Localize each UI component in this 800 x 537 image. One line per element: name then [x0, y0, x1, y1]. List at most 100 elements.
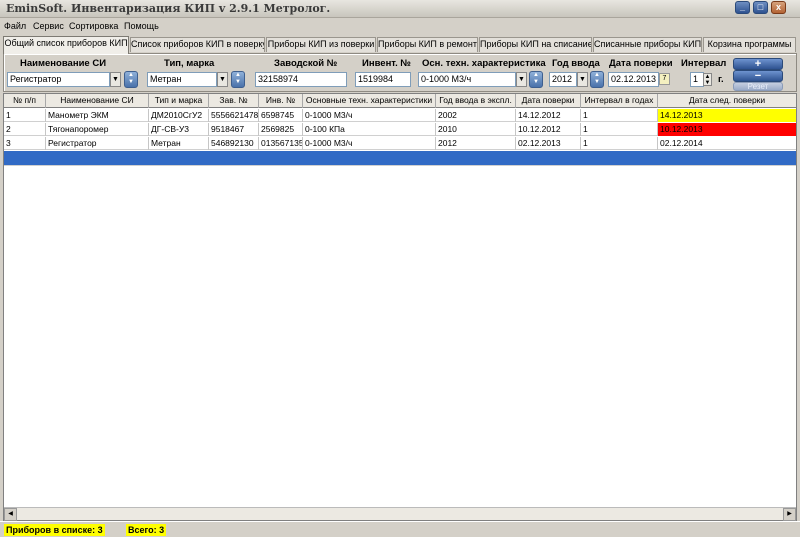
- horizontal-scrollbar[interactable]: ◀ ▶: [4, 507, 796, 521]
- cell-name: Манометр ЭКМ: [46, 109, 149, 122]
- col-type[interactable]: Тип и марка: [149, 94, 209, 108]
- cell-serial: 9518467: [209, 123, 259, 136]
- col-characteristics[interactable]: Основные техн. характеристики: [303, 94, 436, 108]
- date-input[interactable]: 02.12.2013: [608, 72, 659, 87]
- col-number[interactable]: № п/п: [4, 94, 46, 108]
- status-bar: Приборов в списке: 3 Всего: 3: [0, 521, 800, 537]
- maximize-button[interactable]: □: [753, 1, 768, 14]
- cell-number: 1: [4, 109, 46, 122]
- scroll-left-icon[interactable]: ◀: [4, 508, 17, 521]
- cell-interval: 1: [581, 109, 658, 122]
- table-row-selected-empty[interactable]: [4, 151, 796, 166]
- tab-to-repair[interactable]: Приборы КИП в ремонт: [377, 37, 478, 52]
- tab-from-verification[interactable]: Приборы КИП из поверки: [266, 37, 376, 52]
- name-label: Наименование СИ: [20, 58, 107, 69]
- table-row[interactable]: 1 Манометр ЭКМ ДМ2010СгУ2 5556621478 659…: [4, 109, 796, 122]
- name-sort-icon[interactable]: ▲ ▼: [124, 71, 138, 88]
- cell-name: Регистратор: [46, 137, 149, 150]
- cell-characteristics: 0-1000 М3/ч: [303, 137, 436, 150]
- cell-serial: 546892130: [209, 137, 259, 150]
- cell-number: 2: [4, 123, 46, 136]
- window-title: EminSoft. Инвентаризация КИП v 2.9.1 Мет…: [6, 2, 331, 15]
- cell-next-verification-overdue: 10.12.2013: [658, 123, 796, 136]
- year-dropdown-button[interactable]: ▼: [577, 72, 588, 87]
- table-row[interactable]: 2 Тягонапоромер ДГ-СВ-У3 9518467 2569825…: [4, 123, 796, 136]
- tab-to-writeoff[interactable]: Приборы КИП на списание: [479, 37, 592, 52]
- char-dropdown-button[interactable]: ▼: [516, 72, 527, 87]
- cell-type: Метран: [149, 137, 209, 150]
- cell-inv: 013567135: [261, 137, 303, 150]
- cell-next-verification-due-soon: 14.12.2013: [658, 109, 796, 122]
- year-label: Год ввода: [552, 58, 600, 69]
- reset-button[interactable]: Резет: [733, 82, 783, 91]
- cell-inv: 2569825: [259, 123, 303, 136]
- minimize-button[interactable]: _: [735, 1, 750, 14]
- remove-button[interactable]: −: [733, 70, 783, 82]
- menu-bar: Файл Сервис Сортировка Помощь: [0, 19, 800, 34]
- table-row[interactable]: 3 Регистратор Метран 546892130 013567135…: [4, 137, 796, 150]
- type-input[interactable]: Метран: [147, 72, 217, 87]
- cell-type: ДГ-СВ-У3: [149, 123, 209, 136]
- serial-label: Заводской №: [274, 58, 338, 69]
- cell-next-verification: 02.12.2014: [658, 137, 796, 150]
- char-label: Осн. техн. характеристика: [422, 58, 546, 69]
- cell-verification-date: 10.12.2012: [516, 123, 581, 136]
- serial-input[interactable]: 32158974: [255, 72, 347, 87]
- char-sort-icon[interactable]: ▲ ▼: [529, 71, 543, 88]
- status-in-list: Приборов в списке: 3: [4, 524, 105, 536]
- name-input[interactable]: Регистратор: [7, 72, 110, 87]
- tab-strip: Общий список приборов КИП Список приборо…: [0, 36, 800, 54]
- scroll-right-icon[interactable]: ▶: [783, 508, 796, 521]
- char-input[interactable]: 0-1000 М3/ч: [418, 72, 516, 87]
- name-dropdown-button[interactable]: ▼: [110, 72, 121, 87]
- tab-to-verification[interactable]: Список приборов КИП в поверку: [130, 37, 265, 52]
- tab-written-off[interactable]: Списанные приборы КИП: [593, 37, 702, 52]
- title-bar: EminSoft. Инвентаризация КИП v 2.9.1 Мет…: [0, 0, 800, 18]
- year-input[interactable]: 2012: [549, 72, 577, 87]
- cell-number: 3: [4, 137, 46, 150]
- cell-name: Тягонапоромер: [46, 123, 149, 136]
- col-verification-date[interactable]: Дата поверки: [516, 94, 581, 108]
- cell-interval: 1: [581, 137, 658, 150]
- cell-interval: 1: [581, 123, 658, 136]
- interval-input[interactable]: 1: [690, 72, 704, 87]
- date-label: Дата поверки: [609, 58, 673, 69]
- inv-input[interactable]: 1519984: [355, 72, 411, 87]
- close-button[interactable]: x: [771, 1, 786, 14]
- col-name[interactable]: Наименование СИ: [46, 94, 149, 108]
- calendar-icon[interactable]: 7: [659, 73, 670, 85]
- cell-verification-date: 14.12.2012: [516, 109, 581, 122]
- instruments-grid: № п/п Наименование СИ Тип и марка Зав. №…: [3, 93, 797, 521]
- cell-serial: 5556621478: [211, 109, 259, 122]
- cell-characteristics: 0-100 КПа: [303, 123, 436, 136]
- interval-spinner[interactable]: ▲ ▼: [703, 73, 712, 86]
- col-year[interactable]: Год ввода в экспл.: [436, 94, 516, 108]
- menu-sort[interactable]: Сортировка: [69, 21, 118, 31]
- type-label: Тип, марка: [164, 58, 215, 69]
- tab-general-list[interactable]: Общий список приборов КИП: [3, 36, 129, 54]
- year-sort-icon[interactable]: ▲ ▼: [590, 71, 604, 88]
- type-sort-icon[interactable]: ▲ ▼: [231, 71, 245, 88]
- col-serial[interactable]: Зав. №: [209, 94, 259, 108]
- interval-label: Интервал: [681, 58, 727, 69]
- menu-help[interactable]: Помощь: [124, 21, 159, 31]
- add-button[interactable]: +: [733, 58, 783, 70]
- menu-file[interactable]: Файл: [4, 21, 26, 31]
- cell-inv: 6598745: [259, 109, 303, 122]
- cell-characteristics: 0-1000 М3/ч: [303, 109, 436, 122]
- col-interval[interactable]: Интервал в годах: [581, 94, 658, 108]
- type-dropdown-button[interactable]: ▼: [217, 72, 228, 87]
- status-total: Всего: 3: [126, 524, 167, 536]
- menu-service[interactable]: Сервис: [33, 21, 64, 31]
- grid-header: № п/п Наименование СИ Тип и марка Зав. №…: [4, 94, 796, 108]
- col-next-verification[interactable]: Дата след. поверки: [658, 94, 796, 108]
- col-inv[interactable]: Инв. №: [259, 94, 303, 108]
- cell-year: 2012: [436, 137, 516, 150]
- filter-panel: Наименование СИ Регистратор ▼ ▲ ▼ Тип, ма…: [3, 53, 797, 92]
- interval-unit: г.: [718, 74, 724, 85]
- inv-label: Инвент. №: [362, 58, 411, 69]
- cell-year: 2002: [436, 109, 516, 122]
- tab-recycle-bin[interactable]: Корзина программы: [703, 37, 796, 52]
- cell-year: 2010: [436, 123, 516, 136]
- cell-type: ДМ2010СгУ2: [149, 109, 209, 122]
